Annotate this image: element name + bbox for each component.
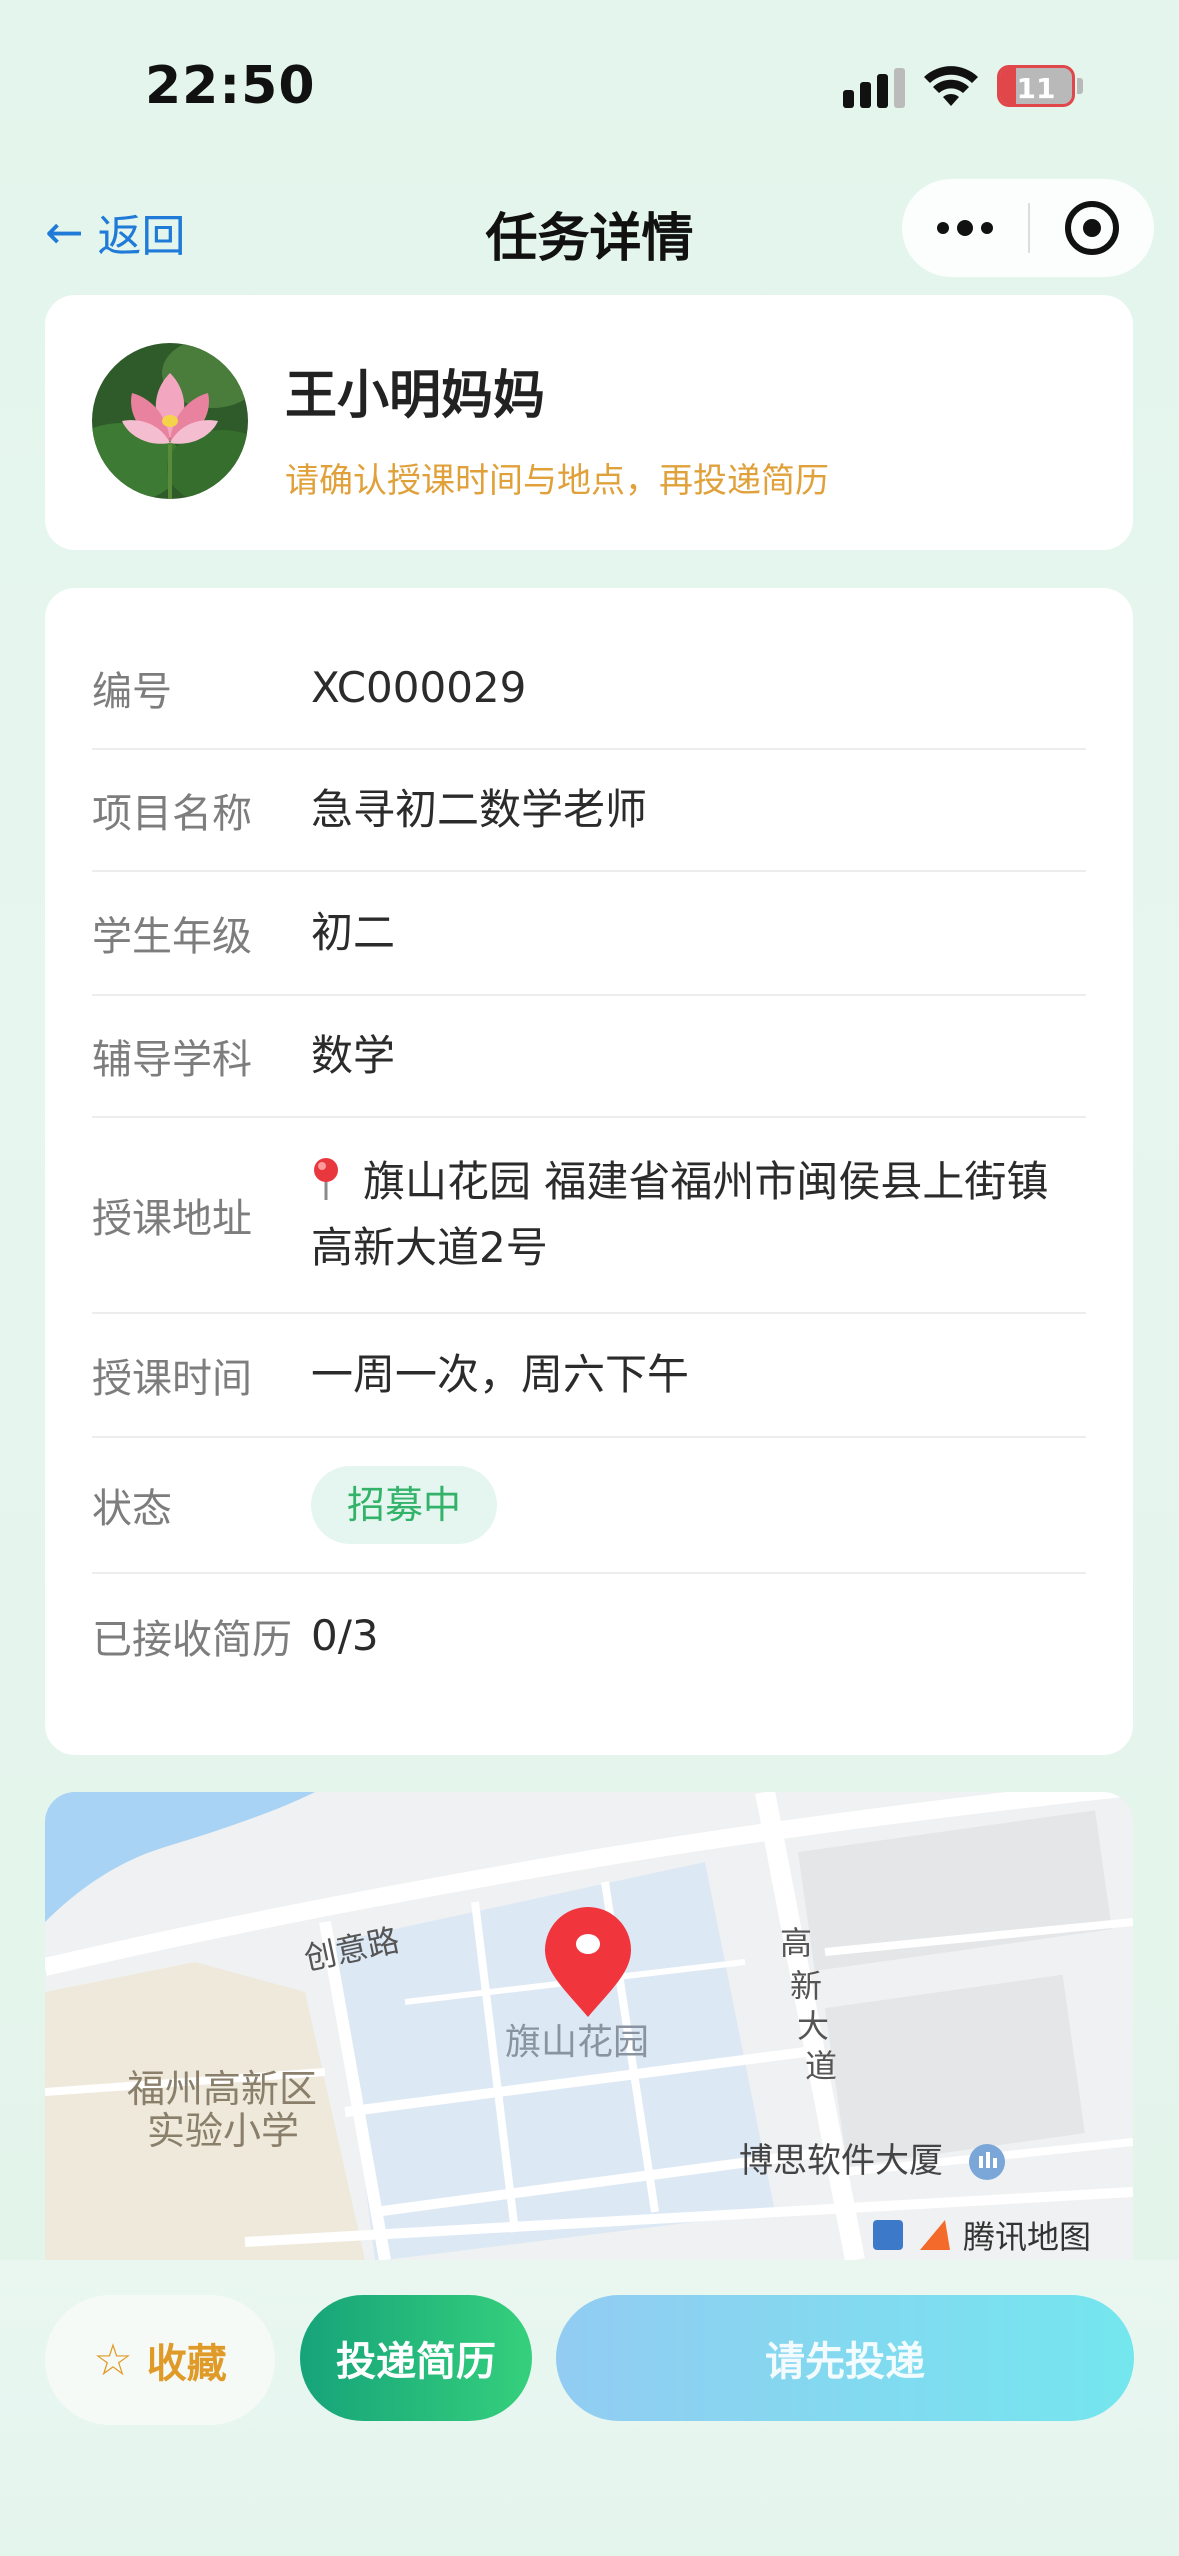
detail-value: 急寻初二数学老师 xyxy=(311,785,648,834)
favorite-label: 收藏 xyxy=(146,2341,227,2387)
more-dot-icon xyxy=(981,222,993,234)
svg-text:道: 道 xyxy=(805,2047,837,2085)
publisher-hint: 请确认授课时间与地点，再投递简历 xyxy=(285,461,829,501)
map-school-label: 福州高新区 xyxy=(127,2067,317,2111)
detail-label: 学生年级 xyxy=(92,914,252,960)
address-value: 旗山花园 福建省福州市闽侯县上街镇高新大道2号 xyxy=(311,1157,1049,1272)
detail-label: 状态 xyxy=(92,1486,172,1532)
more-menu-button[interactable] xyxy=(902,179,1028,277)
avatar xyxy=(92,343,248,499)
detail-row-address[interactable]: 授课地址 旗山花园 福建省福州市闽侯县上街镇高新大道2号 xyxy=(92,1118,1086,1314)
detail-label: 辅导学科 xyxy=(92,1037,252,1083)
wifi-icon xyxy=(924,66,978,106)
battery-level: 11 xyxy=(1016,72,1056,105)
battery-icon: 11 xyxy=(997,65,1075,107)
target-icon xyxy=(1065,201,1119,255)
battery-tip xyxy=(1077,78,1083,94)
detail-value: 初二 xyxy=(311,908,396,957)
status-bar: 22:50 11 xyxy=(0,0,1179,175)
miniprogram-capsule xyxy=(902,179,1154,277)
detail-row-project: 项目名称 急寻初二数学老师 xyxy=(92,750,1086,872)
detail-row-id: 编号 XC000029 xyxy=(92,628,1086,750)
task-detail-card: 编号 XC000029 项目名称 急寻初二数学老师 学生年级 初二 辅导学科 数… xyxy=(45,588,1133,1755)
detail-label: 已接收简历 xyxy=(92,1617,292,1663)
lotus-avatar-image xyxy=(92,343,248,499)
status-badge: 招募中 xyxy=(311,1466,498,1544)
map-school-label: 实验小学 xyxy=(147,2109,299,2153)
detail-row-status: 状态 招募中 xyxy=(92,1438,1086,1574)
detail-row-resumes: 已接收简历 0/3 xyxy=(92,1574,1086,1698)
submit-resume-button[interactable]: 投递简历 xyxy=(300,2295,532,2421)
disabled-action-button: 请先投递 xyxy=(556,2295,1134,2421)
publisher-name: 王小明妈妈 xyxy=(285,366,546,426)
detail-label: 授课地址 xyxy=(92,1196,252,1242)
detail-value: 一周一次，周六下午 xyxy=(311,1350,690,1399)
location-pin-icon xyxy=(314,1158,338,1200)
svg-text:大: 大 xyxy=(797,2007,829,2045)
detail-value: 0/3 xyxy=(311,1611,379,1660)
map-canvas: 创意路 旗山花园 福州高新区 实验小学 博思软件大厦 高 新 大 道 腾讯地图 xyxy=(45,1792,1133,2260)
publisher-card: 王小明妈妈 请确认授课时间与地点，再投递简历 xyxy=(45,295,1133,550)
detail-value: XC000029 xyxy=(311,663,527,712)
detail-row-time: 授课时间 一周一次，周六下午 xyxy=(92,1314,1086,1438)
signal-icon xyxy=(843,68,907,108)
detail-value: 数学 xyxy=(311,1031,396,1080)
detail-label: 项目名称 xyxy=(92,791,252,837)
detail-row-grade: 学生年级 初二 xyxy=(92,872,1086,996)
detail-row-subject: 辅导学科 数学 xyxy=(92,996,1086,1118)
close-miniprogram-button[interactable] xyxy=(1030,179,1154,277)
detail-label: 编号 xyxy=(92,669,172,715)
favorite-button[interactable]: ☆ 收藏 xyxy=(45,2295,275,2425)
map-provider-logo: 腾讯地图 xyxy=(963,2218,1091,2256)
more-dot-icon xyxy=(937,222,949,234)
status-time: 22:50 xyxy=(145,56,316,116)
location-map[interactable]: 创意路 旗山花园 福州高新区 实验小学 博思软件大厦 高 新 大 道 腾讯地图 xyxy=(45,1792,1133,2260)
svg-text:高: 高 xyxy=(780,1924,812,1962)
map-poi-label: 博思软件大厦 xyxy=(739,2141,943,2181)
detail-label: 授课时间 xyxy=(92,1356,252,1402)
svg-text:新: 新 xyxy=(790,1967,822,2005)
map-poi-label: 旗山花园 xyxy=(505,2022,649,2063)
star-icon: ☆ xyxy=(93,2334,133,2386)
more-dot-icon xyxy=(957,220,973,236)
